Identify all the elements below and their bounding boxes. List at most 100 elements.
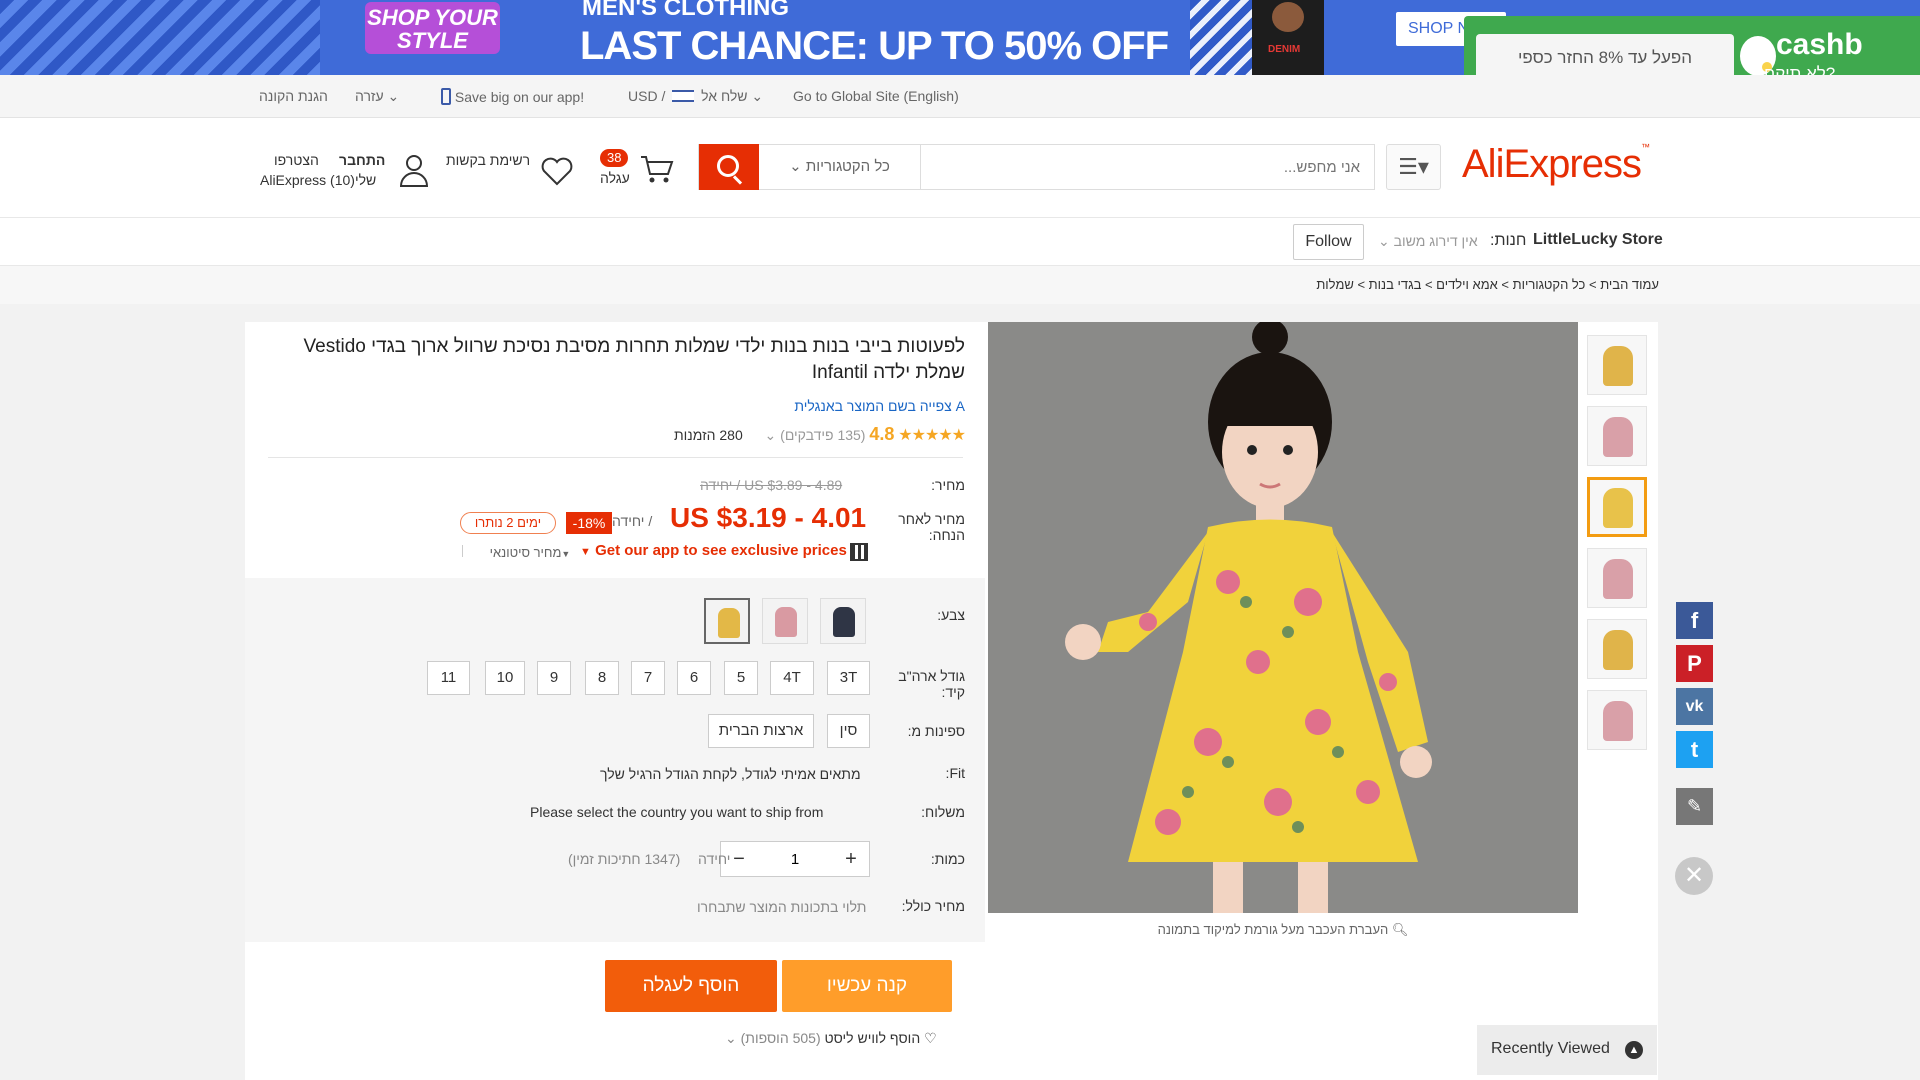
search-input[interactable] [920, 145, 1374, 189]
product-thumbnail[interactable] [1587, 690, 1647, 750]
close-icon[interactable]: ✕ [1675, 857, 1713, 895]
buy-now-button[interactable]: קנה עכשיו [782, 960, 952, 1012]
join-link[interactable]: הצטרפו [274, 152, 319, 168]
heart-icon[interactable] [540, 154, 574, 188]
user-icon[interactable] [398, 152, 430, 188]
israel-flag-icon [672, 90, 695, 102]
cart-label[interactable]: עגלה [600, 170, 630, 186]
currency-label: USD [628, 88, 658, 104]
shipping-text[interactable]: Please select the country you want to sh… [530, 804, 823, 820]
product-main-image[interactable] [988, 322, 1578, 913]
my-aliexpress-link[interactable]: AliExpress שלי(10) [260, 172, 376, 188]
product-thumbnail-active[interactable] [1587, 477, 1647, 537]
color-swatch-pink[interactable] [762, 598, 808, 644]
facebook-share-icon[interactable]: f [1676, 602, 1713, 639]
quantity-increment[interactable]: + [833, 842, 869, 876]
global-site-link[interactable]: Go to Global Site (English) [793, 88, 959, 104]
signin-link[interactable]: התחבר [339, 152, 385, 168]
rating-stars: ★★★★★ [898, 427, 966, 444]
quantity-available: (1347 חתיכות זמין) [568, 851, 681, 867]
size-option[interactable]: 11 [427, 661, 470, 695]
recently-viewed-panel[interactable]: Recently Viewed ▲ [1477, 1025, 1657, 1075]
cart-count-badge: 38 [600, 149, 629, 167]
breadcrumb-path[interactable]: עמוד הבית > כל הקטגוריות > אמא וילדים > … [1316, 277, 1659, 292]
store-name[interactable]: LittleLucky Store [1533, 231, 1663, 249]
chevron-down-icon[interactable]: ⌄ [765, 427, 777, 443]
search-category-select[interactable]: כל הקטגוריות ⌄ [759, 145, 921, 189]
shipping-label: משלוח: [921, 804, 965, 820]
ship-from-usa[interactable]: ארצות הברית [708, 714, 814, 748]
app-promo-link[interactable]: Save big on our app! [437, 88, 584, 105]
edit-pencil-icon[interactable]: ✎ [1676, 788, 1713, 825]
chevron-down-icon: ⌄ [1378, 233, 1390, 249]
breadcrumb: עמוד הבית > כל הקטגוריות > אמא וילדים > … [0, 266, 1920, 304]
add-to-wishlist-link[interactable]: ♡ הוסף לוויש ליסט (505 הוספות) ⌄ [725, 1030, 937, 1047]
vk-share-icon[interactable]: vk [1676, 688, 1713, 725]
size-option[interactable]: 8 [585, 661, 619, 695]
wholesale-price-dropdown[interactable]: ▼מחיר סיטונאי [462, 545, 570, 560]
color-swatch-navy[interactable] [820, 598, 866, 644]
banner-headline: LAST CHANCE: UP TO 50% OFF [580, 24, 1169, 68]
product-thumbnail[interactable] [1587, 335, 1647, 395]
site-header: AliExpress™ ☰▾ כל הקטגוריות ⌄ 38 עגלה רש… [0, 118, 1920, 218]
cart-icon[interactable] [640, 154, 674, 184]
phone-icon [441, 88, 451, 105]
app-exclusive-price-link[interactable]: ▼ Get our app to see exclusive prices [580, 542, 847, 559]
aliexpress-logo[interactable]: AliExpress™ [1462, 142, 1650, 187]
sale-price: US $3.19 - 4.01 [670, 502, 867, 533]
per-unit-label: / יחידה [612, 513, 653, 529]
color-label: צבע: [937, 607, 965, 623]
chevron-down-icon: ⌄ [789, 158, 802, 175]
zoom-hint: 🔍︎ העברת העכבר מעל גורמת למיקוד בתמונה [1157, 922, 1409, 937]
banner-stripes [0, 0, 320, 75]
pinterest-share-icon[interactable]: P [1676, 645, 1713, 682]
product-thumbnail[interactable] [1587, 548, 1647, 608]
total-price-text: תלוי בתכונות המוצר שתבחרו [697, 899, 867, 915]
feedback-count[interactable]: (135 פידבקים) [780, 427, 865, 443]
chevron-up-icon[interactable]: ▲ [1625, 1041, 1643, 1059]
product-thumbnail[interactable] [1587, 406, 1647, 466]
ship-from-china[interactable]: סין [827, 714, 870, 748]
days-left-badge: ימים 2 נותרו [460, 512, 556, 534]
size-option[interactable]: 4T [770, 661, 814, 695]
twitter-share-icon[interactable]: t [1676, 731, 1713, 768]
product-title: לפעוטות בייבי בנות בנות ילדי שמלות תחרות… [303, 336, 965, 383]
ship-to-currency-selector[interactable]: USD / שלח אל ⌄ [628, 88, 763, 105]
store-rating-dropdown[interactable]: אין דירוג משוב ⌄ [1378, 233, 1478, 250]
app-promo-label: Save big on our app! [454, 89, 585, 105]
banner-mens-clothing: MEN'S CLOTHING [582, 0, 790, 21]
rating-value: 4.8 [869, 424, 895, 444]
quantity-input[interactable] [757, 844, 833, 874]
size-option[interactable]: 6 [677, 661, 711, 695]
discount-badge: -18% [566, 512, 612, 534]
ships-from-label: ספינות מ: [907, 723, 965, 739]
fit-label: Fit: [945, 765, 965, 781]
banner-shop-style: SHOP YOUR STYLE [365, 2, 500, 54]
qr-code-icon[interactable] [850, 543, 868, 561]
follow-button[interactable]: Follow [1293, 224, 1364, 260]
quantity-stepper: − + [720, 841, 870, 877]
buyer-protection-link[interactable]: הגנת הקונה [259, 88, 328, 104]
triangle-down-icon: ▼ [580, 546, 591, 558]
product-thumbnail[interactable] [1587, 619, 1647, 679]
chevron-down-icon[interactable]: ⌄ [725, 1030, 737, 1046]
price-label: מחיר: [931, 477, 965, 493]
quantity-unit: יחידה [698, 851, 731, 867]
quantity-label: כמות: [930, 851, 965, 867]
original-price: US $3.89 - 4.89 / יחידה [700, 477, 843, 493]
search-bar: כל הקטגוריות ⌄ [698, 144, 1375, 190]
translate-title-link[interactable]: A צפייה בשם המוצר באנגלית [700, 398, 965, 414]
color-swatch-yellow[interactable] [704, 598, 750, 644]
size-option[interactable]: 9 [537, 661, 571, 695]
banner-model-image: DENIM [1252, 0, 1324, 75]
wishlist-label[interactable]: רשימת בקשות [446, 152, 530, 168]
search-button[interactable] [699, 144, 759, 190]
size-option[interactable]: 5 [724, 661, 758, 695]
categories-menu-button[interactable]: ☰▾ [1386, 144, 1441, 190]
size-option[interactable]: 3T [827, 661, 870, 695]
size-option[interactable]: 7 [631, 661, 665, 695]
help-label: עזרה [355, 88, 384, 104]
help-menu[interactable]: עזרה ⌄ [355, 88, 399, 105]
add-to-cart-button[interactable]: הוסף לעגלה [605, 960, 777, 1012]
size-option[interactable]: 10 [485, 661, 525, 695]
